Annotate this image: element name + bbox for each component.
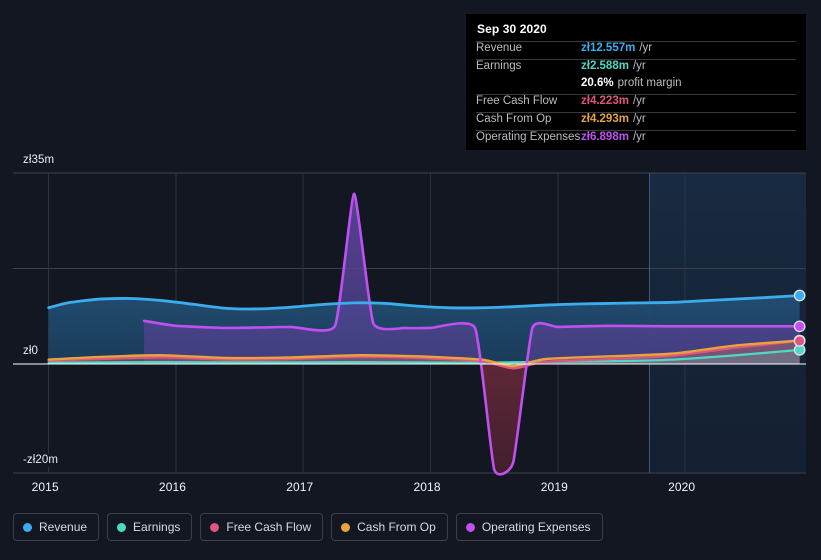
tooltip-row-unit: /yr bbox=[632, 113, 646, 125]
legend-item-label: Operating Expenses bbox=[481, 520, 591, 534]
tooltip-row-label: Earnings bbox=[476, 60, 522, 72]
legend-item-revenue[interactable]: Revenue bbox=[13, 513, 100, 541]
x-axis-label: 2020 bbox=[668, 480, 696, 494]
legend-color-dot-icon bbox=[23, 522, 32, 532]
tooltip-row: Revenue zł12.557m/yr bbox=[476, 41, 796, 59]
legend-item-label: Earnings bbox=[133, 520, 181, 534]
legend-color-dot-icon bbox=[341, 522, 351, 532]
legend-item-label: Cash From Op bbox=[357, 520, 436, 534]
data-tooltip: Sep 30 2020 Revenue zł12.557m/yr Earnings z… bbox=[466, 14, 806, 150]
x-axis-label: 2016 bbox=[158, 480, 187, 494]
legend-item-label: Free Cash Flow bbox=[226, 520, 312, 534]
legend-item-label: Revenue bbox=[39, 520, 88, 534]
tooltip-row-unit: /yr bbox=[632, 131, 646, 143]
financial-chart-page: zł35m zł0 -zł20m 2015 2016 2017 2018 2019 202… bbox=[0, 0, 821, 560]
tooltip-row: Earnings zł2.588m/yr bbox=[476, 59, 796, 77]
tooltip-row-unit: /yr bbox=[639, 42, 653, 54]
legend-item-cash-from-op[interactable]: Cash From Op bbox=[331, 513, 448, 541]
tooltip-row-value: 20.6% profit margin bbox=[581, 77, 682, 89]
legend-item-operating-expenses[interactable]: Operating Expenses bbox=[455, 513, 603, 541]
legend-item-free-cash-flow[interactable]: Free Cash Flow bbox=[200, 513, 324, 541]
y-axis-label-zero: zł0 bbox=[23, 345, 43, 358]
legend-item-earnings[interactable]: Earnings bbox=[107, 513, 193, 541]
x-axis-label: 2019 bbox=[540, 480, 568, 494]
tooltip-row: Cash From Op zł4.293m/yr bbox=[476, 112, 796, 130]
tooltip-row-value: zł6.898m/yr bbox=[581, 131, 646, 143]
y-axis-label-bottom: -zł20m bbox=[23, 454, 63, 467]
tooltip-row: 20.6% profit margin bbox=[476, 77, 796, 94]
tooltip-row: Free Cash Flow zł4.223m/yr bbox=[476, 94, 796, 112]
tooltip-row-value: zł4.223m/yr bbox=[581, 95, 646, 107]
x-axis-label: 2017 bbox=[286, 480, 314, 494]
tooltip-row-value: zł2.588m/yr bbox=[581, 60, 646, 72]
x-axis-label: 2015 bbox=[31, 480, 59, 494]
legend-color-dot-icon bbox=[465, 522, 475, 532]
tooltip-row-label: Free Cash Flow bbox=[476, 95, 558, 107]
y-axis-label-top: zł35m bbox=[23, 154, 59, 167]
tooltip-row-unit: /yr bbox=[632, 60, 646, 72]
legend-color-dot-icon bbox=[117, 522, 127, 532]
tooltip-row-label: Revenue bbox=[476, 42, 523, 54]
tooltip-rows: Revenue zł12.557m/yr Earnings zł2.588m/yr 20… bbox=[476, 41, 796, 148]
tooltip-row: Operating Expenses zł6.898m/yr bbox=[476, 130, 796, 148]
tooltip-row-label: Operating Expenses bbox=[476, 131, 581, 143]
tooltip-row-unit: profit margin bbox=[617, 77, 682, 89]
legend-color-dot-icon bbox=[210, 522, 220, 532]
tooltip-row-unit: /yr bbox=[632, 95, 646, 107]
tooltip-row-value: zł12.557m/yr bbox=[581, 42, 653, 54]
tooltip-row-value: zł4.293m/yr bbox=[581, 113, 646, 125]
chart-legend: Revenue Earnings Free Cash Flow Cash From O… bbox=[13, 513, 603, 541]
tooltip-date: Sep 30 2020 bbox=[477, 22, 547, 36]
tooltip-row-label: Cash From Op bbox=[476, 113, 552, 125]
x-axis-label: 2018 bbox=[413, 480, 441, 494]
